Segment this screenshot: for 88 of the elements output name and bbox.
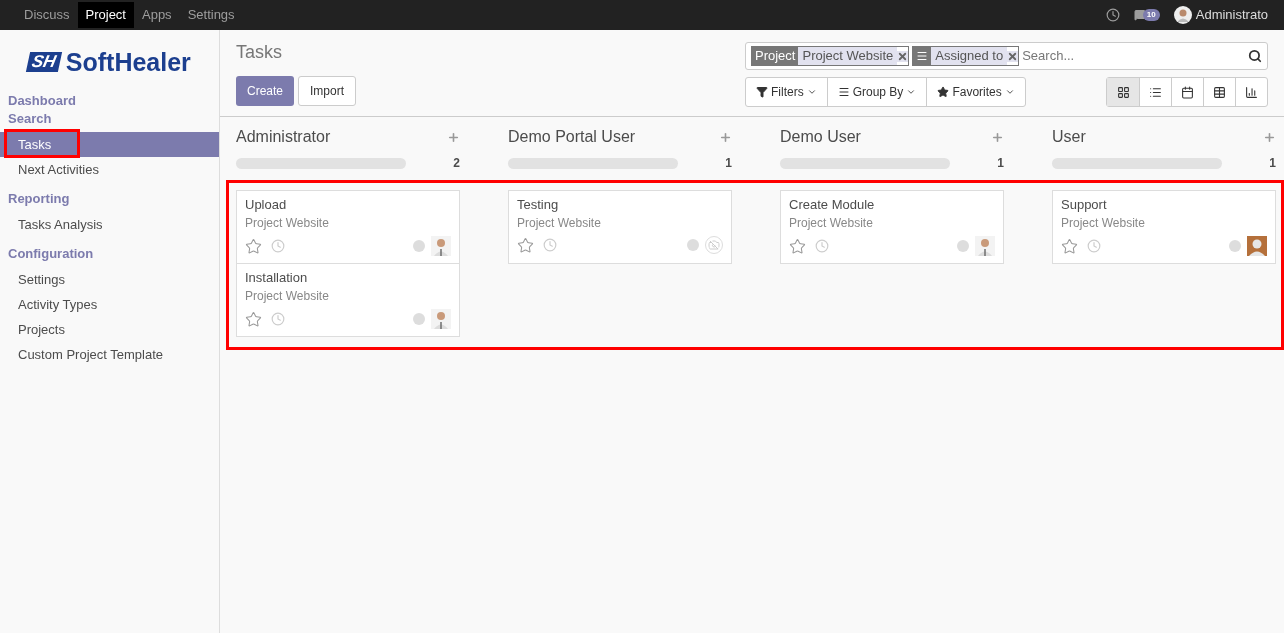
bar-chart-icon (1245, 85, 1258, 99)
activity-icon[interactable] (1105, 8, 1120, 22)
clock-icon[interactable] (815, 239, 829, 253)
app-menu-item[interactable]: Discuss (16, 2, 78, 28)
message-count: 10 (1142, 9, 1160, 21)
add-icon[interactable] (719, 130, 732, 144)
caret-icon (1004, 87, 1015, 97)
remove-icon[interactable] (897, 50, 909, 62)
section-title[interactable]: Configuration (0, 245, 219, 263)
column-count: 1 (997, 155, 1004, 172)
filter-button[interactable]: Favorites (926, 78, 1025, 106)
app-menu-item[interactable]: Apps (134, 2, 180, 28)
view-switch-button[interactable] (1107, 78, 1139, 106)
column-count: 1 (1269, 155, 1276, 172)
task-project: Project Website (1061, 215, 1146, 231)
task-card[interactable]: Installation Project Website (236, 263, 460, 337)
table-icon (1213, 85, 1226, 99)
column-title: User (1052, 127, 1086, 147)
add-icon[interactable] (991, 130, 1004, 144)
star-icon (937, 86, 950, 98)
task-title: Create Module (789, 197, 876, 213)
star-icon[interactable] (1061, 237, 1078, 255)
caret-icon (806, 87, 817, 97)
app-menu-item[interactable]: Project (77, 2, 134, 28)
task-title: Upload (245, 197, 288, 213)
star-icon[interactable] (245, 310, 262, 328)
user-avatar (1173, 6, 1192, 24)
star-icon[interactable] (789, 237, 806, 255)
add-icon[interactable] (1263, 130, 1276, 144)
clock-icon[interactable] (1087, 239, 1101, 253)
menu-item[interactable]: Tasks (0, 132, 219, 157)
app-menu-item[interactable]: Settings (179, 2, 243, 28)
task-project: Project Website (245, 215, 330, 231)
search-field[interactable]: Project Project Website Assigned to Search... (745, 42, 1268, 70)
column-title: Demo User (780, 127, 861, 147)
caret-icon (906, 87, 917, 97)
star-icon[interactable] (517, 236, 534, 254)
filter-button[interactable]: Group By (826, 78, 927, 106)
menu-item[interactable]: Next Activities (0, 157, 219, 182)
menu-item[interactable]: Custom Project Template (0, 342, 219, 367)
breadcrumb: Tasks (236, 41, 283, 64)
task-card[interactable]: Testing Project Website (508, 190, 732, 264)
menu-item[interactable]: Tasks Analysis (0, 212, 219, 237)
task-card[interactable]: Upload Project Website (236, 190, 460, 264)
facet-value: Project Website (798, 47, 898, 65)
star-icon[interactable] (245, 237, 262, 255)
search-facet[interactable]: Assigned to (912, 46, 1020, 66)
logo-text: SoftHealer (65, 49, 191, 75)
facet-label: Project (752, 47, 799, 65)
list-icon (1149, 85, 1162, 99)
task-project: Project Website (245, 288, 330, 304)
calendar-icon (1181, 85, 1194, 99)
section-title[interactable]: Search (0, 110, 219, 128)
menu-icon (916, 50, 929, 62)
task-project: Project Website (517, 215, 602, 231)
remove-icon[interactable] (1007, 50, 1019, 62)
task-title: Installation (245, 270, 309, 286)
search-icon[interactable] (1248, 49, 1262, 63)
column-title: Demo Portal User (508, 127, 636, 147)
column-count: 2 (453, 155, 460, 172)
menu-item[interactable]: Activity Types (0, 292, 219, 317)
kanban-icon (1116, 85, 1130, 99)
search-facet[interactable]: Project Project Website (751, 46, 910, 66)
filter-button[interactable]: Filters (746, 78, 827, 106)
clock-icon[interactable] (271, 312, 285, 326)
menu-item[interactable]: Settings (0, 267, 219, 292)
section-title[interactable]: Dashboard (0, 92, 219, 110)
clock-icon[interactable] (271, 239, 285, 253)
import-button[interactable]: Import (298, 76, 357, 106)
task-title: Support (1061, 197, 1108, 213)
section-title[interactable]: Reporting (0, 190, 219, 208)
facet-value: Assigned to (931, 47, 1008, 65)
logo-mark: SH (26, 52, 62, 72)
task-title: Testing (517, 197, 560, 213)
chat-icon[interactable] (1133, 9, 1146, 21)
column-count: 1 (725, 155, 732, 172)
clock-icon[interactable] (543, 238, 557, 252)
task-project: Project Website (789, 215, 874, 231)
filter-icon (756, 86, 768, 98)
create-button[interactable]: Create (236, 76, 295, 106)
user-name[interactable]: Administrato (1195, 5, 1268, 25)
task-card[interactable]: Create Module Project Website (780, 190, 1004, 264)
search-input[interactable]: Search... (1022, 46, 1245, 66)
add-icon[interactable] (447, 130, 460, 144)
column-title: Administrator (236, 127, 331, 147)
menu-item[interactable]: Projects (0, 317, 219, 342)
task-card[interactable]: Support Project Website (1052, 190, 1276, 264)
menu-icon (837, 86, 850, 98)
